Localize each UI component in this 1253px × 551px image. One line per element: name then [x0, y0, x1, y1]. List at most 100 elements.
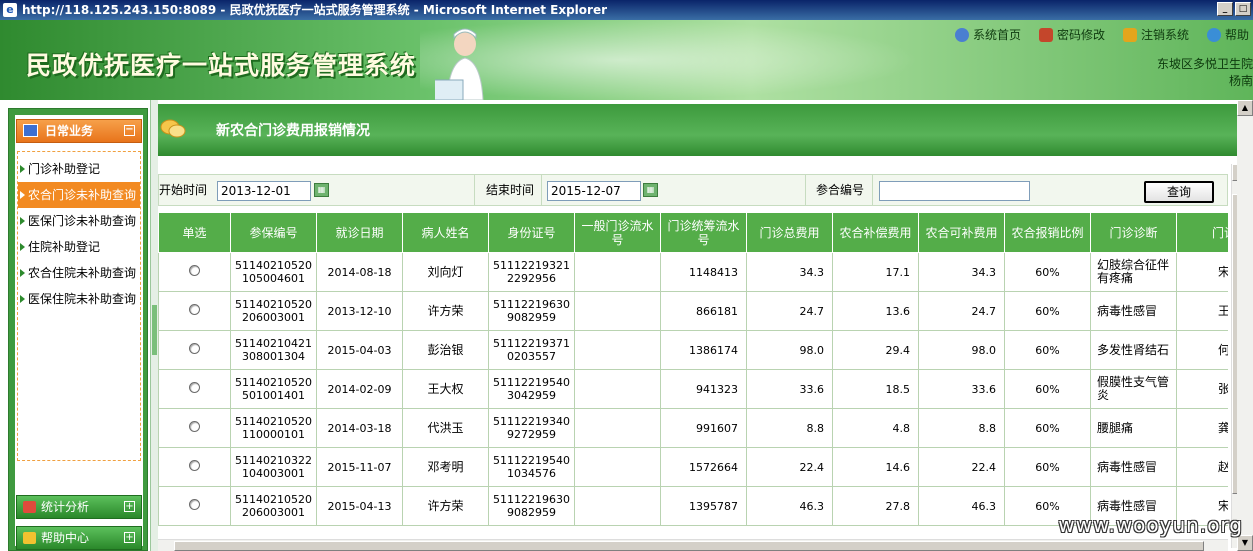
sidebar-item-inpatient-register[interactable]: 住院补助登记: [18, 234, 140, 260]
help-link[interactable]: 帮助: [1206, 26, 1249, 43]
table-row[interactable]: 51140210520110000101 2014-03-18 代洪玉 5111221…: [158, 408, 1228, 448]
table-cell-total: 33.6: [746, 369, 833, 409]
filter-bar: 开始时间 2013-12-01 ▦ 结束时间 2015-12-07 ▦ 参合编号…: [158, 174, 1228, 206]
column-header: 病人姓名: [402, 212, 489, 253]
table-cell-total: 34.3: [746, 252, 833, 292]
row-select-radio[interactable]: [189, 460, 200, 471]
calendar-icon[interactable]: ▦: [314, 183, 329, 197]
column-header: 身份证号: [488, 212, 575, 253]
sidebar-item-insurance-inpatient-query[interactable]: 医保住院未补助查询: [18, 286, 140, 312]
table-cell-compensate: 29.4: [832, 330, 919, 370]
table-cell-doctor: 何兴: [1176, 330, 1228, 370]
change-password-link[interactable]: 密码修改: [1038, 26, 1105, 43]
table-cell-total: 8.8: [746, 408, 833, 448]
calendar-icon[interactable]: ▦: [643, 183, 658, 197]
table-cell-insure-no: 51140210520206003001: [230, 291, 317, 331]
user-info: 东坡区多悦卫生院 杨南: [1157, 56, 1253, 90]
table-cell-name: 许方荣: [402, 486, 489, 526]
column-header: 单选: [158, 212, 231, 253]
query-button[interactable]: 查询: [1144, 181, 1214, 203]
scrollbar-thumb[interactable]: [174, 541, 1204, 551]
column-header: 门诊统筹流水号: [660, 212, 747, 253]
table-cell-compensate: 27.8: [832, 486, 919, 526]
monitor-icon: [23, 124, 38, 137]
scroll-down-arrow-icon[interactable]: ▼: [1237, 535, 1253, 551]
minimize-button[interactable]: _: [1217, 2, 1233, 16]
participant-id-input[interactable]: [879, 181, 1030, 201]
column-header: 门诊医: [1176, 212, 1228, 253]
table-cell-ratio: 60%: [1004, 252, 1091, 292]
sidebar-section-statistics[interactable]: 统计分析 +: [16, 495, 142, 519]
table-cell-diagnosis: 病毒性感冒: [1090, 291, 1177, 331]
row-select-radio[interactable]: [189, 304, 200, 315]
table-cell-pool-no: 1386174: [660, 330, 747, 370]
table-cell-name: 代洪玉: [402, 408, 489, 448]
table-cell-name: 邓考明: [402, 447, 489, 487]
table-row[interactable]: 51140210520105004601 2014-08-18 刘向灯 5111221…: [158, 252, 1228, 292]
row-select-radio[interactable]: [189, 343, 200, 354]
globe-icon: [954, 27, 969, 42]
table-cell-compensate: 18.5: [832, 369, 919, 409]
expand-icon[interactable]: +: [124, 501, 135, 512]
divider: [474, 175, 475, 205]
maximize-button[interactable]: □: [1235, 2, 1251, 16]
table-cell-allowable: 22.4: [918, 447, 1005, 487]
book-icon: [23, 532, 36, 544]
sidebar: 日常业务 − 门诊补助登记 农合门诊未补助查询 医保门诊未补助查询 住院补助登记…: [8, 108, 148, 551]
sidebar-splitter[interactable]: [150, 100, 158, 551]
divider: [872, 175, 873, 205]
table-cell-doctor: 赵仁: [1176, 447, 1228, 487]
end-date-input[interactable]: 2015-12-07: [547, 181, 641, 201]
table-cell-id-no: 511122196309082959: [488, 291, 575, 331]
row-select-radio[interactable]: [189, 382, 200, 393]
scroll-up-arrow-icon[interactable]: ▲: [1237, 100, 1253, 116]
user-org: 东坡区多悦卫生院: [1156, 57, 1253, 71]
logout-link[interactable]: 注销系统: [1122, 26, 1189, 43]
window-controls: _ □: [1217, 2, 1251, 16]
row-select-radio[interactable]: [189, 265, 200, 276]
table-row[interactable]: 51140210520501001401 2014-02-09 王大权 5111221…: [158, 369, 1228, 409]
table-cell-allowable: 98.0: [918, 330, 1005, 370]
watermark: www.wooyun.org: [1058, 513, 1243, 537]
row-select-radio[interactable]: [189, 421, 200, 432]
app-header: 民政优抚医疗一站式服务管理系统 系统首页 密码修改 注销系统 帮助 东坡区多悦卫…: [0, 20, 1253, 100]
table-cell-general-no: [574, 291, 661, 331]
table-cell-diagnosis: 假膜性支气管炎: [1090, 369, 1177, 409]
table-row[interactable]: 51140210520206003001 2013-12-10 许方荣 5111221…: [158, 291, 1228, 331]
table-cell-compensate: 13.6: [832, 291, 919, 331]
header-links: 系统首页 密码修改 注销系统 帮助: [954, 26, 1249, 43]
table-row[interactable]: 51140210322104003001 2015-11-07 邓考明 5111221…: [158, 447, 1228, 487]
table-horizontal-scrollbar[interactable]: [158, 539, 1228, 551]
window-title: http://118.125.243.150:8089 - 民政优抚医疗一站式服…: [22, 3, 608, 17]
sidebar-item-outpatient-register[interactable]: 门诊补助登记: [18, 156, 140, 182]
table-cell-date: 2014-02-09: [316, 369, 403, 409]
table-cell-allowable: 8.8: [918, 408, 1005, 448]
start-date-input[interactable]: 2013-12-01: [217, 181, 311, 201]
expand-icon[interactable]: +: [124, 532, 135, 543]
splitter-grip[interactable]: [152, 305, 157, 355]
table-cell-id-no: 511122193409272959: [488, 408, 575, 448]
row-select-radio[interactable]: [189, 499, 200, 510]
collapse-icon[interactable]: −: [124, 125, 135, 136]
sidebar-item-ncms-outpatient-query[interactable]: 农合门诊未补助查询: [18, 182, 140, 208]
table-cell-ratio: 60%: [1004, 291, 1091, 331]
table-row[interactable]: 51140210421308001304 2015-04-03 彭治银 5111221…: [158, 330, 1228, 370]
table-cell-date: 2015-11-07: [316, 447, 403, 487]
sidebar-item-insurance-outpatient-query[interactable]: 医保门诊未补助查询: [18, 208, 140, 234]
window-vertical-scrollbar[interactable]: ▲ ▼: [1237, 100, 1253, 551]
column-header: 门诊诊断: [1090, 212, 1177, 253]
table-cell-pool-no: 1148413: [660, 252, 747, 292]
logout-icon: [1122, 27, 1137, 42]
select-cell: [158, 408, 231, 448]
chart-icon: [23, 501, 36, 513]
home-link[interactable]: 系统首页: [954, 26, 1021, 43]
table-cell-allowable: 33.6: [918, 369, 1005, 409]
sidebar-section-help[interactable]: 帮助中心 +: [16, 526, 142, 550]
table-cell-general-no: [574, 369, 661, 409]
sidebar-item-ncms-inpatient-query[interactable]: 农合住院未补助查询: [18, 260, 140, 286]
table-cell-id-no: 511122195403042959: [488, 369, 575, 409]
sidebar-section-daily[interactable]: 日常业务 −: [16, 119, 142, 143]
table-cell-doctor: 宋学: [1176, 252, 1228, 292]
column-header: 门诊总费用: [746, 212, 833, 253]
table-cell-compensate: 17.1: [832, 252, 919, 292]
